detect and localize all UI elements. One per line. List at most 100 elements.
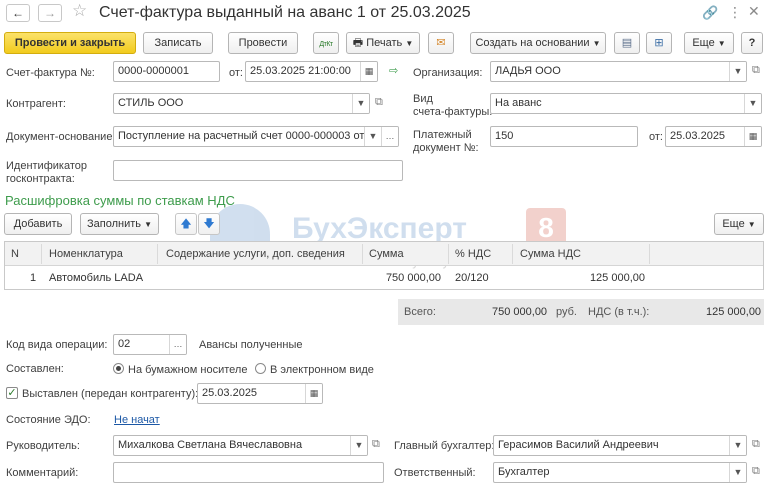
dropdown-arrow-icon[interactable]: ▼ <box>729 436 746 455</box>
status-icon: ⇨ <box>389 65 399 77</box>
col-header-item[interactable]: Номенклатура <box>49 248 123 261</box>
radio-paper-indicator[interactable] <box>113 363 124 374</box>
email-button[interactable]: ✉ <box>428 32 454 54</box>
col-header-vat-sum[interactable]: Сумма НДС <box>520 248 581 261</box>
date-value: 25.03.2025 21:00:00 <box>250 65 351 77</box>
chevron-down-icon: ▼ <box>747 220 756 229</box>
close-icon[interactable]: ✕ <box>748 3 760 20</box>
basis-document-field[interactable]: Поступление на расчетный счет 0000-00000… <box>113 126 399 147</box>
favorite-star-icon[interactable]: ☆ <box>72 1 87 21</box>
post-button[interactable]: Провести <box>228 32 298 54</box>
dt-kt-button[interactable]: ДтКт <box>313 32 339 54</box>
cell-sum: 750 000,00 <box>385 272 441 284</box>
move-down-button[interactable]: 🡇 <box>198 213 220 235</box>
payment-date-field[interactable]: 25.03.2025 ▦ <box>665 126 762 147</box>
op-code-field[interactable]: 02 … <box>113 334 187 355</box>
payment-date-from-label: от: <box>649 131 663 143</box>
dropdown-arrow-icon[interactable]: ▼ <box>729 62 746 81</box>
open-head-icon[interactable]: ⧉ <box>372 438 380 451</box>
head-field[interactable]: Михалкова Светлана Вячеславовна ▼ <box>113 435 368 456</box>
chief-accountant-field[interactable]: Герасимов Василий Андреевич ▼ <box>493 435 747 456</box>
dropdown-arrow-icon[interactable]: ▼ <box>729 463 746 482</box>
print-button[interactable]: 🖶 Печать ▼ <box>346 32 420 54</box>
dropdown-arrow-icon[interactable]: ▼ <box>744 94 761 113</box>
col-header-n[interactable]: N <box>11 248 19 261</box>
dropdown-arrow-icon[interactable]: ▼ <box>352 94 369 113</box>
more-menu-icon[interactable]: ⋮ <box>728 4 742 21</box>
dropdown-arrow-icon[interactable]: ▼ <box>364 127 381 146</box>
ellipsis-button[interactable]: … <box>169 335 186 354</box>
payment-doc-label-2: документ №: <box>413 142 479 154</box>
calendar-icon[interactable]: ▦ <box>744 127 761 146</box>
table-header: N Номенклатура Содержание услуги, доп. с… <box>5 242 763 266</box>
radio-electronic-indicator[interactable] <box>255 363 266 374</box>
date-field[interactable]: 25.03.2025 21:00:00 ▦ <box>245 61 378 82</box>
invoice-type-field[interactable]: На аванс ▼ <box>490 93 762 114</box>
create-based-on-button[interactable]: Создать на основании ▼ <box>470 32 606 54</box>
invoice-type-value: На аванс <box>495 97 542 109</box>
col-header-sum[interactable]: Сумма <box>369 248 404 261</box>
radio-paper-label: На бумажном носителе <box>128 364 248 376</box>
arrow-up-icon: 🡅 <box>180 218 192 230</box>
invoice-number-label: Счет-фактура №: <box>6 67 95 79</box>
basis-document-value: Поступление на расчетный счет 0000-00000… <box>118 130 365 142</box>
counterparty-field[interactable]: СТИЛЬ ООО ▼ <box>113 93 370 114</box>
open-organization-icon[interactable]: ⧉ <box>752 64 760 77</box>
col-header-vat-rate[interactable]: % НДС <box>455 248 491 261</box>
currency: руб. <box>556 306 577 318</box>
organization-label: Организация: <box>413 67 483 79</box>
issued-checkbox[interactable]: ✓ <box>6 387 18 399</box>
fill-button[interactable]: Заполнить ▼ <box>80 213 159 235</box>
invoice-type-label-1: Вид <box>413 93 433 105</box>
table-row[interactable]: 1 Автомобиль LADA 750 000,00 20/120 125 … <box>5 267 763 289</box>
organization-value: ЛАДЬЯ ООО <box>495 65 561 77</box>
add-row-button[interactable]: Добавить <box>4 213 72 235</box>
payment-doc-label-1: Платежный <box>413 129 472 141</box>
radio-electronic-label: В электронном виде <box>270 364 374 376</box>
chief-accountant-label: Главный бухгалтер: <box>394 440 495 452</box>
payment-doc-number-field[interactable]: 150 <box>490 126 638 147</box>
counterparty-value: СТИЛЬ ООО <box>118 97 184 109</box>
calendar-icon[interactable]: ▦ <box>305 384 322 403</box>
open-counterparty-icon[interactable]: ⧉ <box>375 96 383 109</box>
radio-electronic[interactable]: В электронном виде <box>255 362 374 377</box>
nav-forward-button[interactable]: → <box>38 4 62 22</box>
col-divider <box>649 244 650 264</box>
edo-status-link[interactable]: Не начат <box>114 414 160 427</box>
date-from-label: от: <box>229 67 243 79</box>
responsible-field[interactable]: Бухгалтер ▼ <box>493 462 747 483</box>
invoice-number-field[interactable]: 0000-0000001 <box>113 61 220 82</box>
link-icon[interactable]: 🔗 <box>702 5 718 21</box>
move-up-button[interactable]: 🡅 <box>175 213 197 235</box>
chevron-down-icon: ▼ <box>405 39 414 48</box>
comment-field[interactable] <box>113 462 384 483</box>
cell-vat-sum: 125 000,00 <box>589 272 645 284</box>
ellipsis-button[interactable]: … <box>381 127 398 146</box>
report-button[interactable]: ▤ <box>614 32 640 54</box>
open-accountant-icon[interactable]: ⧉ <box>752 438 760 451</box>
responsible-value: Бухгалтер <box>498 466 550 478</box>
chevron-down-icon: ▼ <box>144 220 152 229</box>
more-button[interactable]: Еще ▼ <box>684 32 734 54</box>
dt-kt-icon: ДтКт <box>319 41 333 48</box>
contract-id-field[interactable] <box>113 160 403 181</box>
help-button[interactable]: ? <box>741 32 763 54</box>
save-button[interactable]: Записать <box>143 32 213 54</box>
op-code-label: Код вида операции: <box>6 339 108 351</box>
post-and-close-button[interactable]: Провести и закрыть <box>4 32 136 54</box>
issued-date-field[interactable]: 25.03.2025 ▦ <box>197 383 323 404</box>
radio-paper[interactable]: На бумажном носителе <box>113 362 247 377</box>
table-more-button[interactable]: Еще ▼ <box>714 213 764 235</box>
col-header-content[interactable]: Содержание услуги, доп. сведения <box>166 248 345 261</box>
dropdown-arrow-icon[interactable]: ▼ <box>350 436 367 455</box>
payment-date-value: 25.03.2025 <box>670 130 726 142</box>
structure-button[interactable]: ⊞ <box>646 32 672 54</box>
edo-status-label: Состояние ЭДО: <box>6 414 91 426</box>
issued-label: Выставлен (передан контрагенту): <box>22 388 199 400</box>
col-divider <box>362 244 363 264</box>
calendar-icon[interactable]: ▦ <box>360 62 377 81</box>
table-more-label: Еще <box>722 218 745 230</box>
organization-field[interactable]: ЛАДЬЯ ООО ▼ <box>490 61 747 82</box>
nav-back-button[interactable]: ← <box>6 4 30 22</box>
open-responsible-icon[interactable]: ⧉ <box>752 465 760 478</box>
